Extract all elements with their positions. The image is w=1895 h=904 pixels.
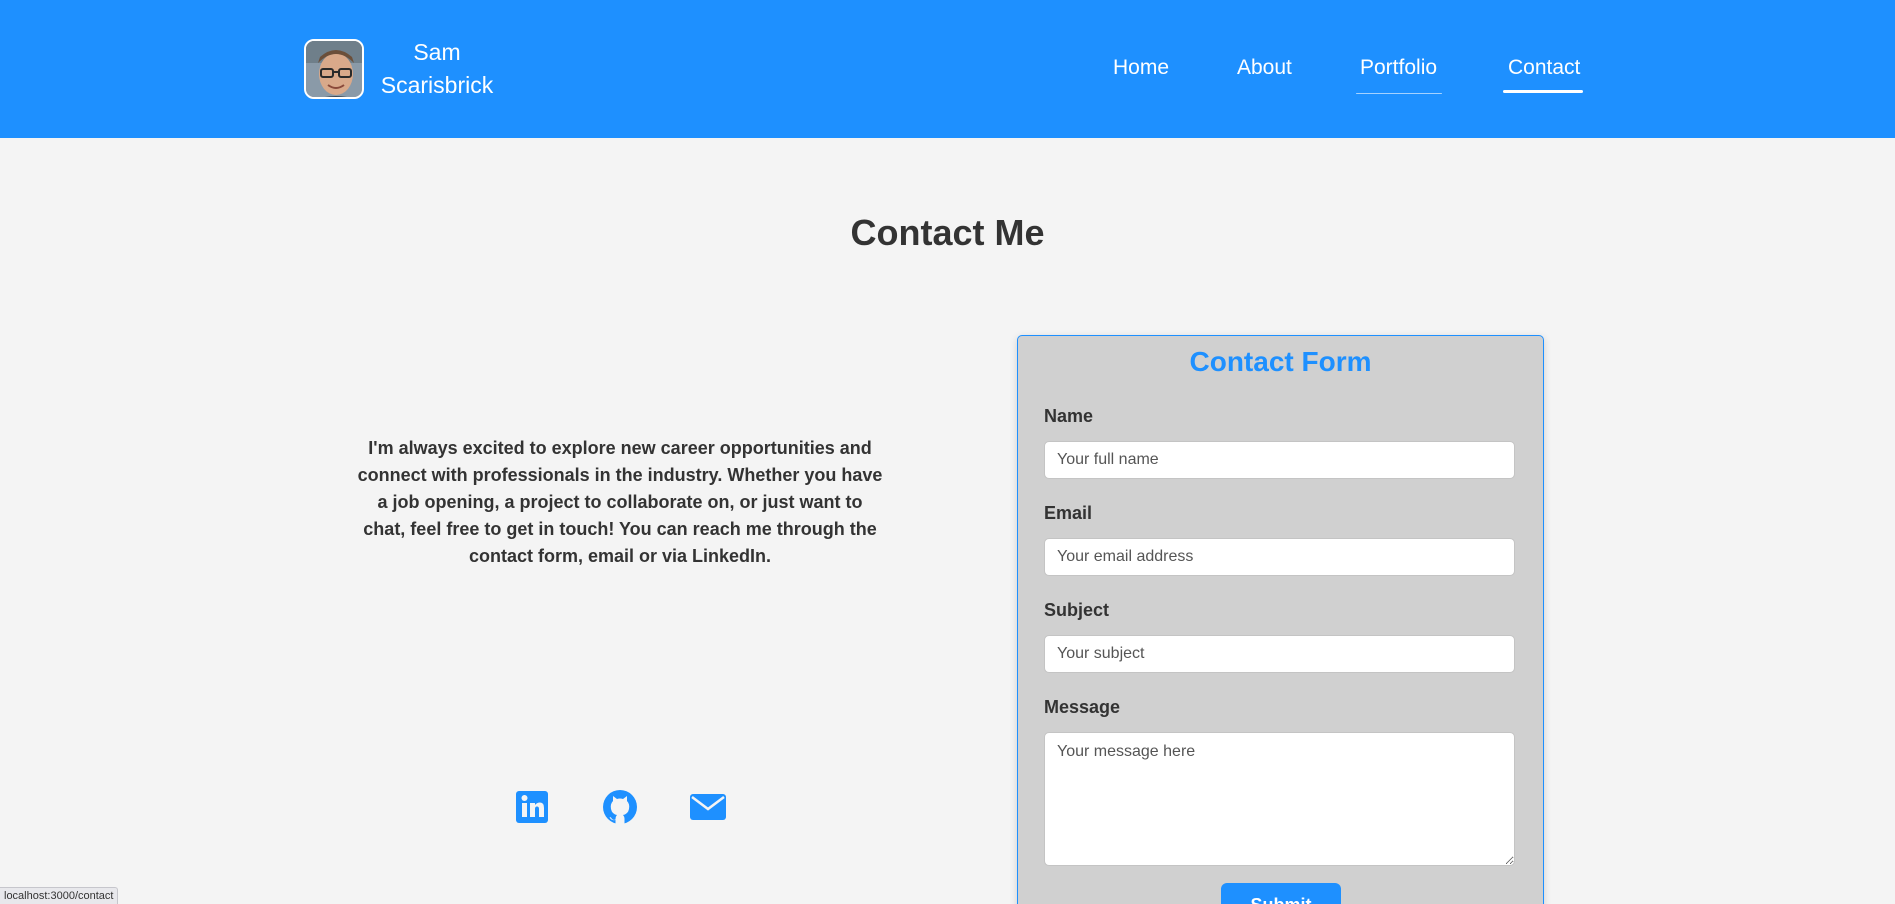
name-input[interactable]: [1044, 441, 1515, 479]
nav-link-about[interactable]: About: [1237, 54, 1292, 82]
linkedin-icon: [516, 791, 548, 823]
github-link[interactable]: [600, 787, 640, 827]
message-label: Message: [1044, 697, 1121, 717]
brand-name[interactable]: Sam Scarisbrick: [372, 36, 502, 102]
github-icon: [603, 790, 637, 824]
email-label: Email: [1044, 503, 1093, 523]
form-title: Contact Form: [1189, 346, 1372, 377]
nav-link-contact[interactable]: Contact: [1508, 54, 1580, 82]
nav-hover-underline: [1356, 93, 1442, 94]
avatar[interactable]: [304, 39, 364, 99]
status-bar-url: localhost:3000/contact: [0, 887, 119, 904]
intro-text: I'm always excited to explore new career…: [357, 438, 883, 566]
nav-active-underline: [1503, 90, 1583, 93]
message-textarea[interactable]: [1044, 732, 1515, 866]
nav-link-home[interactable]: Home: [1113, 54, 1169, 82]
site-header: Sam Scarisbrick Home About Portfolio Con…: [0, 0, 1895, 138]
linkedin-link[interactable]: [512, 787, 552, 827]
contact-form: Contact Form Name Email Subject Message …: [1017, 335, 1544, 904]
submit-button[interactable]: Submit: [1221, 883, 1341, 904]
subject-input[interactable]: [1044, 635, 1515, 673]
page-title: Contact Me: [850, 212, 1045, 253]
subject-label: Subject: [1044, 600, 1110, 620]
name-label: Name: [1044, 406, 1094, 426]
email-icon: [690, 794, 726, 820]
email-input[interactable]: [1044, 538, 1515, 576]
nav-link-portfolio[interactable]: Portfolio: [1360, 54, 1437, 82]
profile-photo: [306, 41, 362, 97]
email-link[interactable]: [688, 787, 728, 827]
